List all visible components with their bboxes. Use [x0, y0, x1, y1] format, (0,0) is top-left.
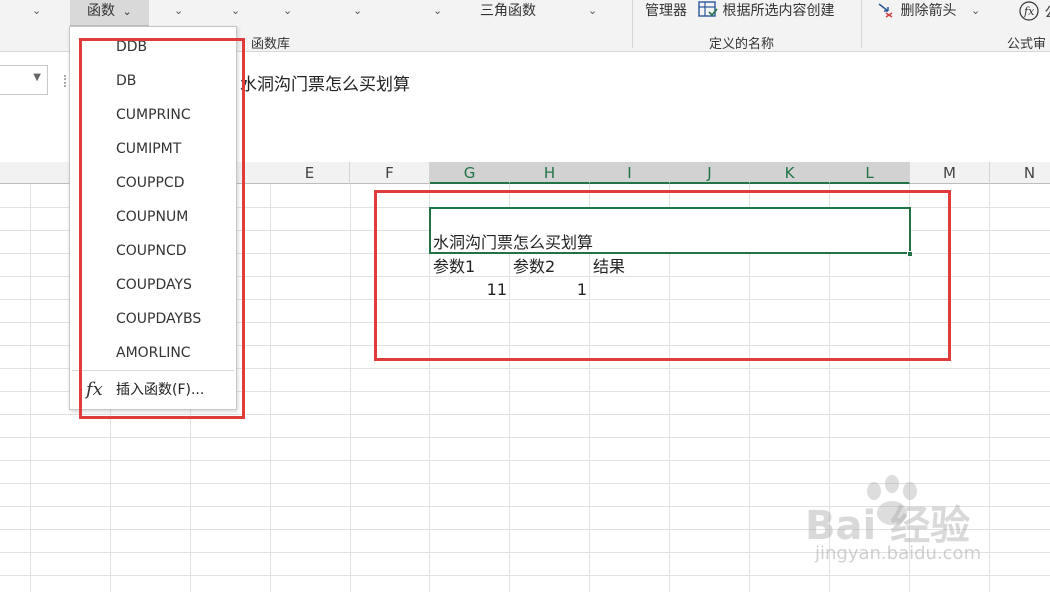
chevron-down-icon: ⌄ [122, 5, 132, 18]
gridline [0, 460, 1050, 461]
chevron-down-icon[interactable]: ⌄ [588, 2, 597, 20]
column-header[interactable]: K [750, 162, 830, 184]
column-header[interactable]: L [830, 162, 910, 184]
svg-text:fx: fx [1023, 5, 1035, 18]
chevron-down-icon[interactable]: ⌄ [283, 2, 292, 20]
remove-arrows-label: 删除箭头 [900, 3, 957, 19]
show-formulas-label: 公 [1044, 5, 1050, 21]
column-header[interactable]: H [510, 162, 590, 184]
column-header[interactable]: F [350, 162, 430, 184]
chevron-down-icon[interactable]: ⌄ [231, 2, 240, 20]
group-label-formula-audit: 公式审 [1007, 37, 1047, 52]
name-manager-label: 管理器 [645, 3, 687, 19]
remove-arrows-icon [878, 3, 893, 18]
ribbon-separator [632, 0, 633, 48]
column-header[interactable]: E [270, 162, 350, 184]
watermark-url: jingyan.baidu.com [815, 543, 982, 564]
chevron-down-icon[interactable]: ▼ [33, 72, 41, 83]
trig-label: 三角函数 [480, 3, 536, 19]
create-from-selection-button[interactable]: 根据所选内容创建 [698, 0, 834, 26]
chevron-down-icon[interactable]: ⌄ [353, 2, 362, 20]
gridline [0, 575, 1050, 576]
column-header[interactable]: M [910, 162, 990, 184]
formula-circle-icon: fx [1019, 1, 1039, 21]
chevron-down-icon[interactable]: ⌄ [433, 2, 442, 20]
create-from-selection-label: 根据所选内容创建 [722, 3, 835, 19]
table-grid-icon [698, 1, 718, 17]
excel-window: ⌄ 函数 ⌄ ⌄ ⌄ ⌄ ⌄ ⌄ 三角函数 ⌄ 管理器 根据所选内容创建 删除箭… [0, 0, 1050, 592]
gridline [30, 184, 31, 592]
name-box[interactable]: ▼ [0, 65, 48, 95]
formula-bar-content[interactable]: 水洞沟门票怎么买划算 [240, 70, 410, 95]
show-formulas-button[interactable]: fx 公 [1018, 0, 1050, 26]
gridline [270, 184, 271, 592]
column-header[interactable]: G [430, 162, 510, 184]
gridline [0, 437, 1050, 438]
group-label-defined-names: 定义的名称 [709, 37, 775, 52]
chevron-down-icon[interactable]: ⌄ [32, 2, 41, 20]
function-dropdown-button[interactable]: 函数 ⌄ [70, 0, 149, 26]
group-label-function-library: 函数库 [251, 37, 291, 52]
chevron-down-icon[interactable]: ⌄ [174, 2, 183, 20]
ribbon-separator [861, 0, 862, 48]
watermark: Bai 经验 jingyan.baidu.com [805, 475, 1045, 575]
column-header[interactable]: I [590, 162, 670, 184]
highlight-box-menu [79, 38, 245, 419]
highlight-box-table [374, 190, 951, 361]
column-header[interactable]: N [990, 162, 1050, 184]
remove-arrows-button[interactable]: 删除箭头 [876, 0, 956, 26]
formula-bar-grip[interactable] [64, 75, 68, 87]
gridline [350, 184, 351, 592]
trig-function-button[interactable]: 三角函数 [480, 0, 536, 26]
name-manager-button[interactable]: 管理器 [645, 0, 687, 26]
chevron-down-icon[interactable]: ⌄ [971, 2, 980, 20]
function-button-label: 函数 [87, 3, 115, 19]
column-header[interactable]: J [670, 162, 750, 184]
